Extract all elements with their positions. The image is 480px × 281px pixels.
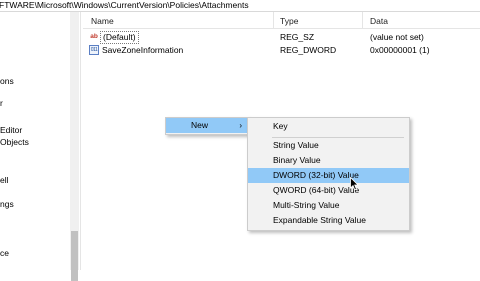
mouse-pointer-icon (350, 177, 359, 191)
context-menu: New › (165, 117, 249, 135)
tree-item[interactable]: ell (0, 175, 9, 185)
string-value-icon: ab (90, 33, 98, 40)
tree-item[interactable]: ons (0, 76, 14, 86)
menu-item-label: Binary Value (273, 155, 321, 165)
tree-scrollbar-thumb[interactable] (71, 231, 78, 281)
menu-item-binary-value[interactable]: Binary Value (248, 153, 409, 168)
tree-item[interactable]: Editor (0, 125, 22, 135)
menu-item-qword-value[interactable]: QWORD (64-bit) Value (248, 183, 409, 198)
menu-item-label: Multi-String Value (273, 200, 340, 210)
list-header: Name Type Data (83, 12, 480, 29)
address-bar[interactable]: FTWARE\Microsoft\Windows\CurrentVersion\… (0, 0, 480, 12)
tree-item-partial[interactable]: r (0, 98, 3, 108)
value-type: REG_DWORD (280, 45, 337, 55)
tree-scrollbar[interactable] (70, 12, 79, 281)
menu-item-key[interactable]: Key (248, 119, 409, 134)
tree-item[interactable]: Objects (0, 137, 29, 147)
menu-item-dword-value[interactable]: DWORD (32-bit) Value (248, 168, 409, 183)
new-submenu: Key String Value Binary Value DWORD (32-… (247, 117, 410, 231)
column-header-name[interactable]: Name (91, 16, 114, 26)
value-data: 0x00000001 (1) (370, 45, 430, 55)
menu-item-new-label: New (191, 120, 209, 130)
tree-item[interactable]: ngs (0, 199, 14, 209)
menu-item-new[interactable]: New › (166, 118, 248, 133)
value-name: (Default) (100, 31, 139, 44)
menu-item-label: String Value (273, 140, 319, 150)
column-divider[interactable] (362, 12, 363, 28)
tree-item[interactable]: ce (0, 248, 9, 258)
column-header-data[interactable]: Data (370, 16, 388, 26)
address-path: FTWARE\Microsoft\Windows\CurrentVersion\… (0, 0, 249, 10)
menu-item-label: QWORD (64-bit) Value (273, 185, 360, 195)
registry-tree-pane[interactable]: ons r Editor Objects ell ngs ce (0, 12, 81, 270)
dword-value-icon: 011 (89, 45, 99, 55)
table-row[interactable]: 011 SaveZoneInformation REG_DWORD 0x0000… (83, 44, 480, 56)
menu-item-label: Expandable String Value (273, 215, 366, 225)
menu-item-key-label: Key (273, 121, 288, 131)
value-type: REG_SZ (280, 32, 315, 42)
chevron-right-icon: › (239, 121, 242, 130)
menu-item-expandable-string-value[interactable]: Expandable String Value (248, 213, 409, 228)
column-header-type[interactable]: Type (280, 16, 298, 26)
value-name: SaveZoneInformation (102, 45, 184, 55)
menu-item-string-value[interactable]: String Value (248, 138, 409, 153)
value-data: (value not set) (370, 32, 424, 42)
menu-item-label: DWORD (32-bit) Value (273, 170, 359, 180)
table-row[interactable]: ab (Default) REG_SZ (value not set) (83, 31, 480, 44)
column-divider[interactable] (273, 12, 274, 28)
menu-item-multi-string-value[interactable]: Multi-String Value (248, 198, 409, 213)
